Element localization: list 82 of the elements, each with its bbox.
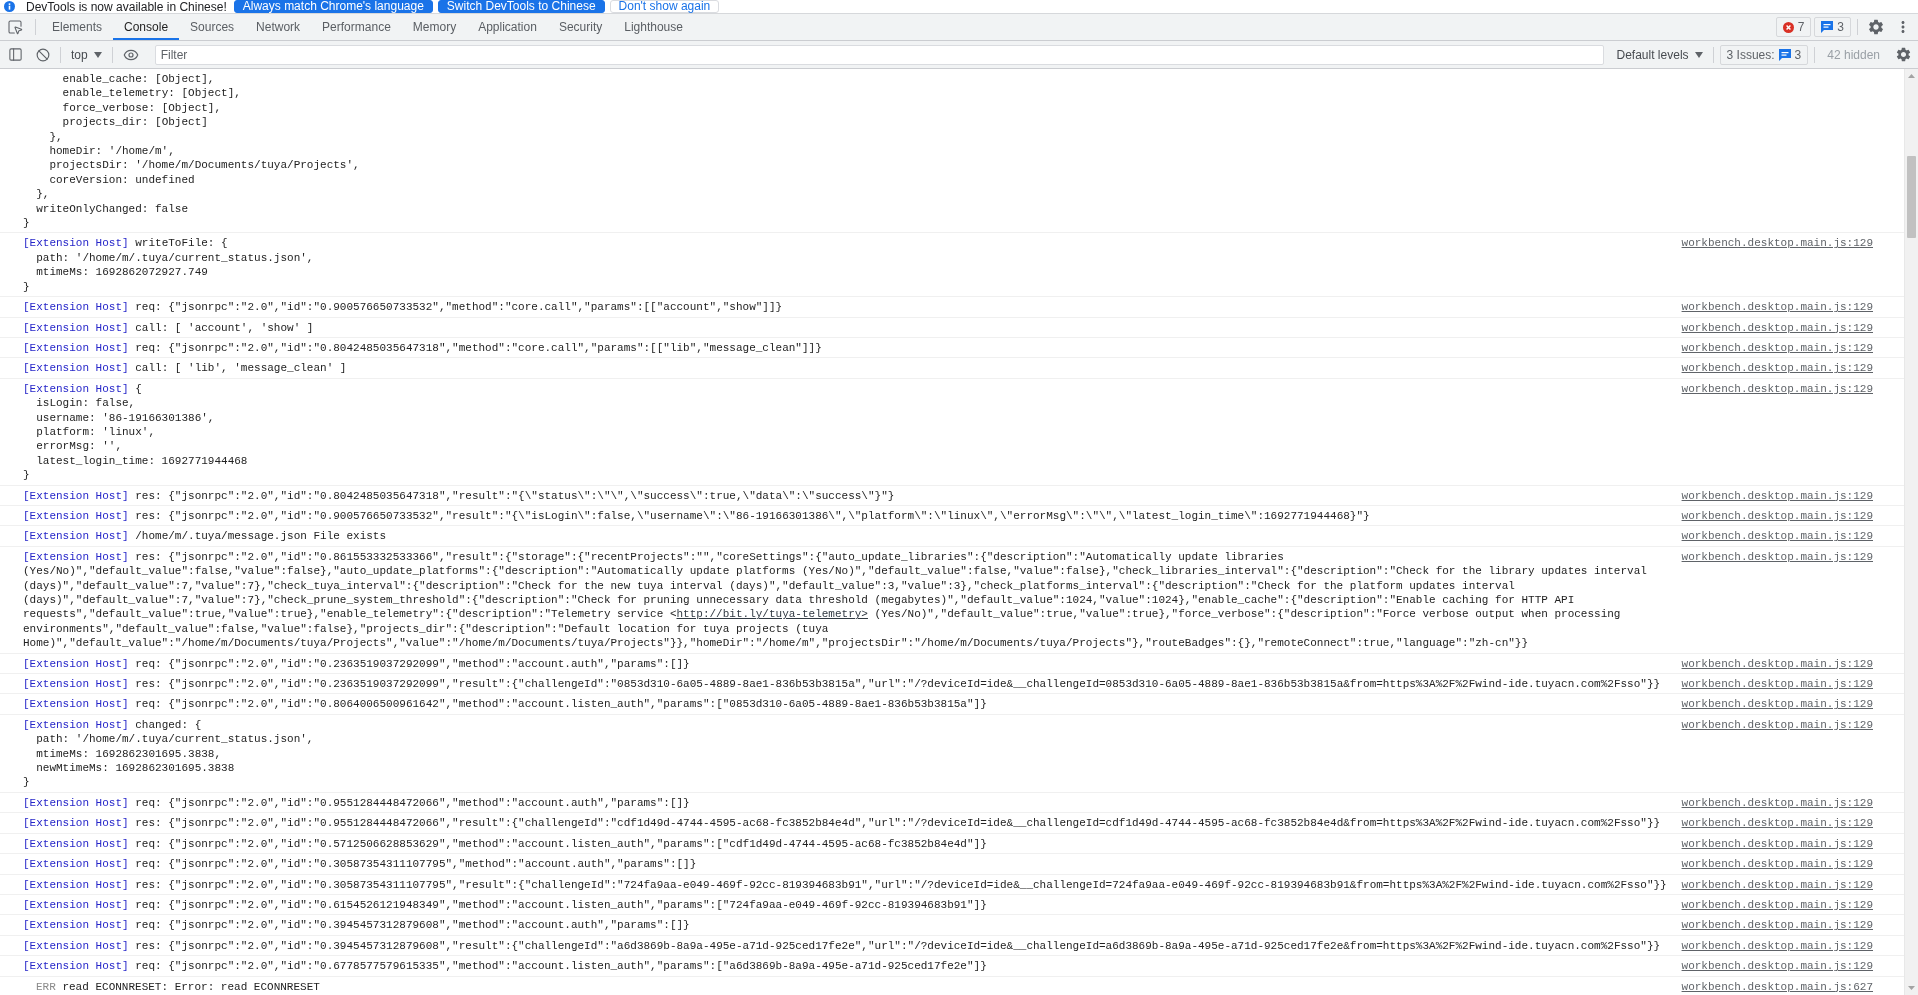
caret-icon [1694, 51, 1703, 58]
console-message: [Extension Host] req: {"jsonrpc":"2.0","id":"0.30587354311107795","method":"account.auth","params":[]} [23, 857, 697, 872]
panel-tab[interactable]: Performance [311, 14, 402, 40]
source-link[interactable]: workbench.desktop.main.js:129 [1681, 300, 1873, 315]
console-message: [Extension Host] { isLogin: false, username: '86-19166301386', platform: 'linux', errorMsg: '', latest_login_time: 1692771944468 } [23, 381, 248, 483]
error-count-button[interactable]: 7 [1775, 17, 1812, 37]
console-message: [Extension Host] req: {"jsonrpc":"2.0","id":"0.8042485035647318","method":"core.call","params":[["lib","message_clean"]]} [23, 340, 822, 356]
console-message: [Extension Host] res: {"jsonrpc":"2.0","id":"0.9551284448472066","result":{"challengeId":"cdf1d49d-4744-4595-ac68-fc3852b84e4d","url":"/?deviceId=ide&__challengeId=cdf1d49d-4744-4595-ac68-fc3852b84e4d&from=https%3A%2F%2Fwind-ide.tuyacn.com%2Fsso"}} [23, 816, 1661, 831]
source-link[interactable]: workbench.desktop.main.js:129 [1681, 795, 1873, 811]
source-link[interactable]: workbench.desktop.main.js:129 [1681, 836, 1873, 852]
pointer-square-icon[interactable] [7, 19, 23, 35]
console-message: [Extension Host] req: {"jsonrpc":"2.0","id":"0.900576650733532","method":"core.call","params":[["account","show"]]} [23, 300, 783, 315]
source-link[interactable]: workbench.desktop.main.js:129 [1681, 236, 1873, 251]
console-message: [Extension Host] res: {"jsonrpc":"2.0","id":"0.2363519037292099","result":{"challengeId":"0853d310-6a05-4889-8ae1-836b53b3815a","url":"/?deviceId=ide&__challengeId=0853d310-6a05-4889-8ae1-836b53b3815a&from=https%3A%2F%2Fwind-ide.tuyacn.com%2Fsso"}} [23, 677, 1661, 692]
scrollbar-track[interactable] [1904, 69, 1918, 995]
block-icon[interactable] [36, 47, 50, 62]
source-link[interactable]: workbench.desktop.main.js:129 [1681, 361, 1873, 376]
context-dropdown[interactable]: top [65, 43, 108, 66]
source-link[interactable]: workbench.desktop.main.js:129 [1681, 549, 1873, 565]
console-message: ERR read ECONNRESET: Error: read ECONNRESET [36, 979, 320, 994]
console-message: [Extension Host] req: {"jsonrpc":"2.0","id":"0.2363519037292099","method":"account.auth","params":[]} [23, 656, 690, 672]
filter-field[interactable]: Filter [154, 44, 1604, 65]
source-link[interactable]: workbench.desktop.main.js:129 [1681, 529, 1873, 544]
console-message: [Extension Host] req: {"jsonrpc":"2.0","id":"0.6778577579615335","method":"account.listen_auth","params":["a6d3869b-8a9a-495e-a71d-925ced17fe2e"]} [23, 959, 987, 974]
console-message: [Extension Host] req: {"jsonrpc":"2.0","id":"0.8064006500961642","method":"account.listen_auth","params":["0853d310-6a05-4889-8ae1-836b53b3815a"]} [23, 697, 987, 712]
issues-button[interactable]: 3 Issues: 3 [1719, 44, 1809, 65]
settings-icon[interactable] [1894, 46, 1912, 63]
source-link[interactable]: workbench.desktop.main.js:627 [1681, 979, 1873, 994]
source-link[interactable]: workbench.desktop.main.js:129 [1681, 816, 1873, 831]
infobar-button[interactable]: Always match Chrome's language [233, 0, 433, 13]
console-message: [Extension Host] res: {"jsonrpc":"2.0","id":"0.861553332533366","result":{"storage":{"recentProjects":"","coreSettings":{"auto_update_libraries":{"description":"Automatically update libraries (Yes/No)","default_value":false,"value":false},"auto_update_platforms":{"description":"Automatically update platforms (Yes/No)","default_value":false,"value":false},"check_libraries_interval":{"description":"Check for the library updates interval (days)","default_value":7,"value":7},"check_tuya_interval":{"description":"Check for the new tuya interval (days)","default_value":3,"value":3},"check_platforms_interval":{"description":"Check for the platform updates interval (days)","default_value":7,"value":7},"check_prune_system_threshold":{"description":"Check for pruning unnecessary data threshold (megabytes)","default_value":1024,"value":1024},"enable_cache":{"description":"Enable caching for HTTP API requests","default_value":true,"value":true},"enable_telemetry":{"description":"Telemetry service <http://bit.ly/tuya-telemetry> (Yes/No)","default_value":true,"value":true},"force_verbose":{"description":"Force verbose output when processing environments","default_value":false,"value":false},"projects_dir":{"description":"Default location for tuya projects (tuya Home)","default_value":"/home/m/Documents/tuya/Projects","value":"/home/m/Documents/tuya/Projects"}},"homeDir":"/home/m","projectsDir":"/home/m/Documents/tuya/Projects"},"routeBadges":{},"remoteConnect":true,"language":"zh-cn"}} [23, 549, 1648, 651]
source-link[interactable]: workbench.desktop.main.js:129 [1681, 877, 1873, 892]
console-message: [Extension Host] call: [ 'account', 'show' ] [23, 320, 314, 335]
levels-dropdown[interactable]: Default levels [1612, 43, 1707, 66]
scrollbar-thumb[interactable] [1907, 156, 1916, 238]
source-link[interactable]: workbench.desktop.main.js:129 [1681, 897, 1873, 913]
caret-icon [93, 51, 102, 58]
source-link[interactable]: workbench.desktop.main.js:129 [1681, 381, 1873, 397]
infobar-message: DevTools is now available in Chinese! [26, 0, 227, 13]
message-icon [1821, 21, 1834, 33]
source-link[interactable]: workbench.desktop.main.js:129 [1681, 340, 1873, 356]
panel-tab[interactable]: Elements [41, 14, 114, 40]
hidden-count: 42 hidden [1827, 47, 1880, 62]
panel-tab[interactable]: Application [467, 14, 548, 40]
panel-tab[interactable]: Memory [401, 14, 468, 40]
message-count-button[interactable]: 3 [1814, 17, 1851, 37]
source-link[interactable]: workbench.desktop.main.js:129 [1681, 938, 1873, 954]
console-message: [Extension Host] writeToFile: { path: '/home/m/.tuya/current_status.json', mtimeMs: 1692862072927.749 } [23, 236, 314, 295]
console-message: [Extension Host] res: {"jsonrpc":"2.0","id":"0.900576650733532","result":"{\"isLogin\":false,\"username\":\"86-19166301386\",\"platform\":\"linux\",\"errorMsg\":\"\",\"latest_login_time\":1692771944468}"} [23, 508, 1370, 524]
panel-tab[interactable]: Console [113, 14, 180, 40]
source-link[interactable]: workbench.desktop.main.js:129 [1681, 508, 1873, 524]
console-message: [Extension Host] req: {"jsonrpc":"2.0","id":"0.6154526121948349","method":"account.listen_auth","params":["724fa9aa-e049-469f-92cc-819394683b91"]} [23, 897, 987, 913]
console-message: [Extension Host] req: {"jsonrpc":"2.0","id":"0.3945457312879608","method":"account.auth","params":[]} [23, 918, 690, 933]
infobar-button[interactable]: Switch DevTools to Chinese [437, 0, 605, 13]
panel-tab[interactable]: Security [547, 14, 614, 40]
console-message: [Extension Host] res: {"jsonrpc":"2.0","id":"0.3945457312879608","result":{"challengeId":"a6d3869b-8a9a-495e-a71d-925ced17fe2e","url":"/?deviceId=ide&__challengeId=a6d3869b-8a9a-495e-a71d-925ced17fe2e&from=https%3A%2F%2Fwind-ide.tuyacn.com%2Fsso"}} [23, 938, 1661, 954]
source-link[interactable]: workbench.desktop.main.js:129 [1681, 320, 1873, 335]
panel-tab[interactable]: Lighthouse [613, 14, 694, 40]
source-link[interactable]: workbench.desktop.main.js:129 [1681, 488, 1873, 503]
panel-icon[interactable] [7, 47, 23, 62]
settings-icon[interactable] [1867, 18, 1885, 36]
message-icon [1778, 48, 1791, 61]
infobar-button[interactable]: Don't show again [609, 0, 720, 13]
console-message: enable_cache: [Object], enable_telemetry: [Object], force_verbose: [Object], projects_dir: [Object] }, homeDir: '/home/m', projectsDir: '/home/m/Documents/tuya/Projects', coreVersion: undefined }, writeOnlyChanged: false } [23, 72, 360, 231]
message-link[interactable]: http://bit.ly/tuya-telemetry> [676, 608, 868, 621]
source-link[interactable]: workbench.desktop.main.js:129 [1681, 857, 1873, 872]
console-message: [Extension Host] changed: { path: '/home/m/.tuya/current_status.json', mtimeMs: 1692862301695.3838, newMtimeMs: 1692862301695.3838 } [23, 717, 314, 790]
console-message: [Extension Host] req: {"jsonrpc":"2.0","id":"0.9551284448472066","method":"account.auth","params":[]} [23, 795, 690, 811]
source-link[interactable]: workbench.desktop.main.js:129 [1681, 959, 1873, 974]
console-message: [Extension Host] req: {"jsonrpc":"2.0","id":"0.5712506628853629","method":"account.listen_auth","params":["cdf1d49d-4744-4595-ac68-fc3852b84e4d"]} [23, 836, 987, 852]
console-message: [Extension Host] /home/m/.tuya/message.json File exists [23, 529, 387, 544]
panel-tab[interactable]: Network [245, 14, 312, 40]
source-link[interactable]: workbench.desktop.main.js:129 [1681, 717, 1873, 733]
source-link[interactable]: workbench.desktop.main.js:129 [1681, 656, 1873, 672]
console-message: [Extension Host] res: {"jsonrpc":"2.0","id":"0.30587354311107795","result":{"challengeId":"724fa9aa-e049-469f-92cc-819394683b91","url":"/?deviceId=ide&__challengeId=724fa9aa-e049-469f-92cc-819394683b91&from=https%3A%2F%2Fwind-ide.tuyacn.com%2Fsso"}} [23, 877, 1667, 892]
console-message: [Extension Host] res: {"jsonrpc":"2.0","id":"0.8042485035647318","result":"{\"status\":\"\",\"success\":true,\"data\":\"success\"}"} [23, 488, 895, 503]
error-icon [1782, 21, 1794, 33]
panel-tab[interactable]: Sources [179, 14, 246, 40]
source-link[interactable]: workbench.desktop.main.js:129 [1681, 697, 1873, 712]
console-message: [Extension Host] call: [ 'lib', 'message_clean' ] [23, 361, 347, 376]
source-link[interactable]: workbench.desktop.main.js:129 [1681, 677, 1873, 692]
source-link[interactable]: workbench.desktop.main.js:129 [1681, 918, 1873, 933]
